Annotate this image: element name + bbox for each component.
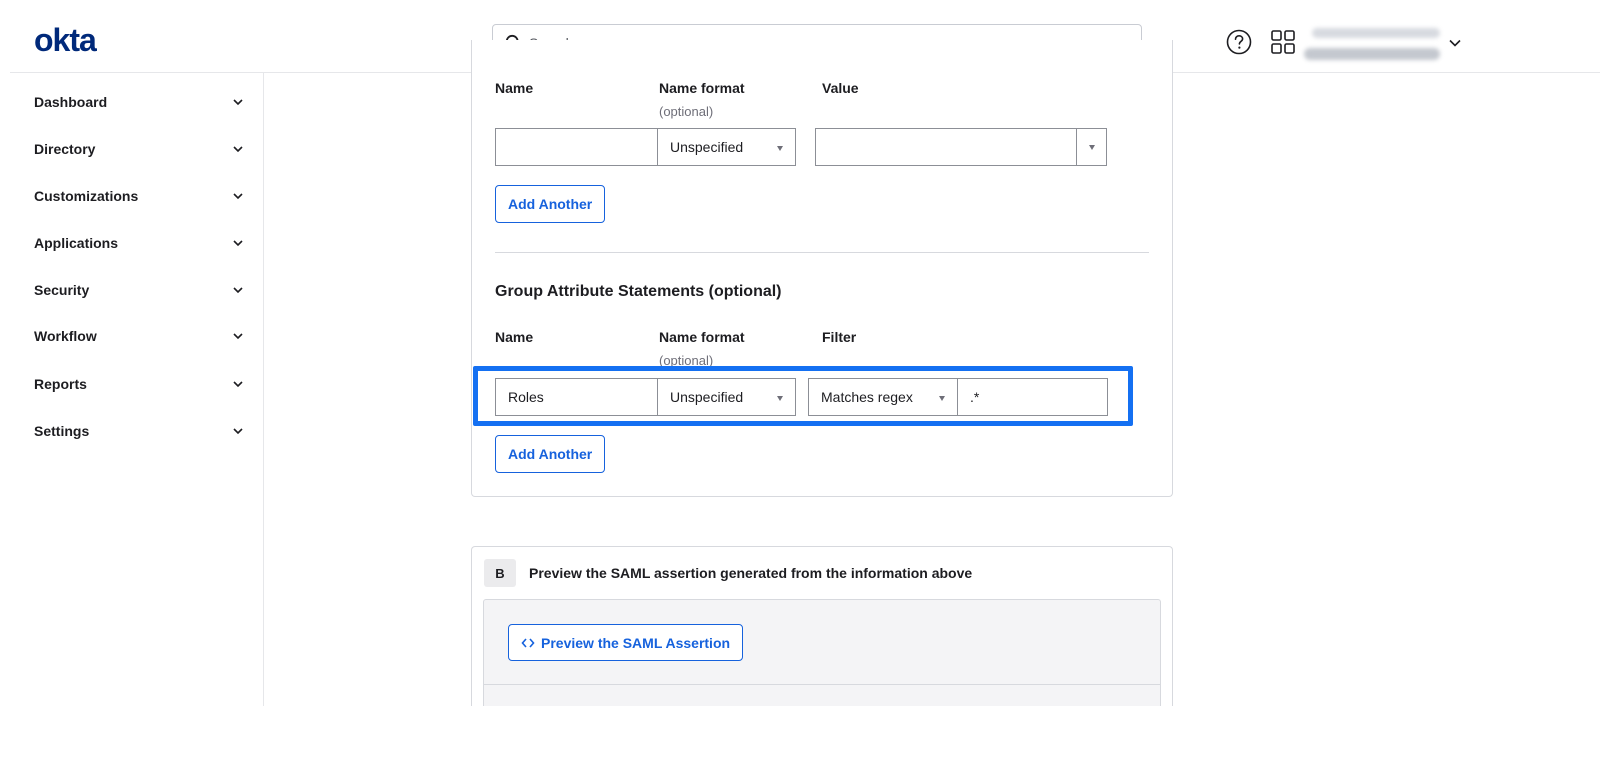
sidebar-item-reports[interactable]: Reports <box>34 369 244 399</box>
group-name-input[interactable]: Roles <box>495 378 658 416</box>
sidebar-item-label: Dashboard <box>34 94 108 110</box>
chevron-down-icon <box>233 240 243 247</box>
group-filter-value-input[interactable]: .* <box>957 378 1108 416</box>
sidebar-item-label: Applications <box>34 235 119 251</box>
chevron-down-icon <box>233 193 243 200</box>
add-another-group-attribute-button[interactable]: Add Another <box>495 435 606 473</box>
sidebar-item-settings[interactable]: Settings <box>34 416 244 446</box>
attr-name-input[interactable] <box>495 128 658 166</box>
attribute-statements-card <box>471 40 1173 497</box>
group-name-format-select[interactable]: Unspecified <box>657 378 796 416</box>
sidebar-item-label: Directory <box>34 141 96 157</box>
group-filter-column-label: Filter <box>822 329 857 345</box>
sidebar-item-label: Customizations <box>34 188 139 204</box>
app-grid-icon[interactable] <box>1270 29 1296 55</box>
help-icon[interactable] <box>1226 29 1252 55</box>
group-name-format-optional-label: (optional) <box>659 353 714 368</box>
sidebar-item-customizations[interactable]: Customizations <box>34 181 244 211</box>
preview-button-label: Preview the SAML Assertion <box>541 634 731 651</box>
group-attribute-statements-title: Group Attribute Statements (optional) <box>495 283 782 300</box>
attr-name-format-column-label: Name format <box>659 80 745 96</box>
user-account-menu[interactable] <box>1304 24 1444 66</box>
sidebar-item-security[interactable]: Security <box>34 275 244 305</box>
user-name-redacted <box>1304 48 1440 60</box>
group-filter-type-select[interactable]: Matches regex <box>808 378 958 416</box>
chevron-down-icon <box>233 287 243 294</box>
sidebar-item-label: Reports <box>34 376 87 392</box>
attr-name-format-select[interactable]: Unspecified <box>657 128 796 166</box>
code-icon <box>521 637 535 648</box>
attr-name-column-label: Name <box>495 80 534 96</box>
page-bottom-whitespace <box>0 706 1600 770</box>
sidebar-item-label: Settings <box>34 423 90 439</box>
preview-saml-assertion-button[interactable]: Preview the SAML Assertion <box>508 624 744 661</box>
sidebar-item-dashboard[interactable]: Dashboard <box>34 87 244 117</box>
chevron-down-icon <box>233 428 243 435</box>
chevron-down-icon <box>233 146 243 153</box>
sidebar-item-label: Security <box>34 282 90 298</box>
step-badge: B <box>484 559 516 587</box>
attr-value-dropdown-toggle[interactable] <box>1076 129 1106 165</box>
preview-step-title: Preview the SAML assertion generated fro… <box>529 565 973 581</box>
attr-name-format-optional-label: (optional) <box>659 104 714 119</box>
sidebar-item-directory[interactable]: Directory <box>34 134 244 164</box>
add-another-attribute-button[interactable]: Add Another <box>495 185 606 223</box>
chevron-down-icon <box>233 99 243 106</box>
section-divider <box>495 252 1149 253</box>
chevron-down-icon <box>233 381 243 388</box>
group-name-column-label: Name <box>495 329 534 345</box>
sidebar-nav: Dashboard Directory Customizations Appli… <box>0 73 264 708</box>
chevron-down-icon[interactable] <box>1448 36 1462 50</box>
sidebar-item-label: Workflow <box>34 328 97 344</box>
group-name-format-column-label: Name format <box>659 329 745 345</box>
org-name-redacted <box>1312 28 1440 38</box>
sidebar-item-applications[interactable]: Applications <box>34 228 244 258</box>
preview-panel-divider <box>483 684 1161 685</box>
okta-logo[interactable]: okta <box>34 22 97 59</box>
chevron-down-icon <box>233 333 243 340</box>
okta-admin-page: okta Dashboard <box>0 0 1600 770</box>
attr-value-column-label: Value <box>822 80 859 96</box>
sidebar-item-workflow[interactable]: Workflow <box>34 321 244 351</box>
attr-value-combobox[interactable] <box>815 128 1107 166</box>
